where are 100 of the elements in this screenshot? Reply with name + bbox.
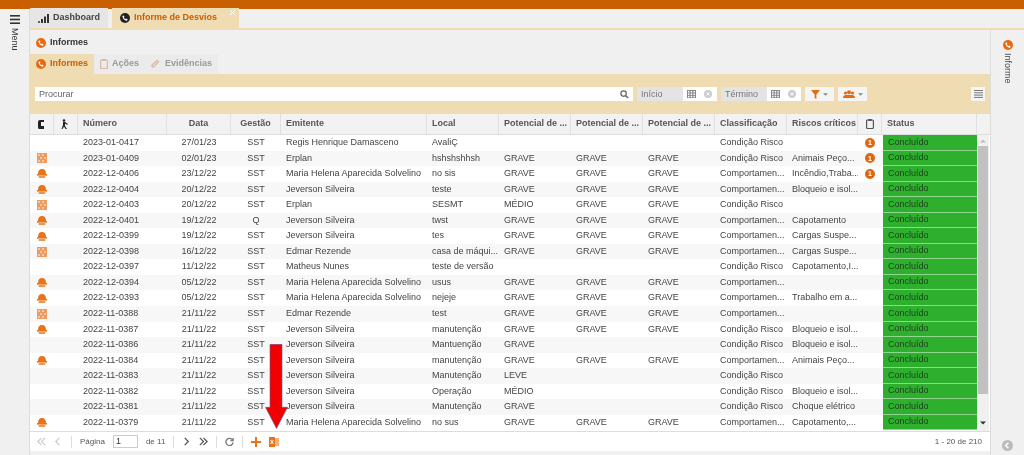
spreadsheet-icon[interactable]	[269, 436, 280, 447]
list-button[interactable]	[971, 87, 985, 101]
pattern-icon	[37, 308, 47, 319]
table-cell: GRAVE	[648, 291, 679, 305]
scroll-down-icon[interactable]	[980, 421, 986, 425]
table-cell: GRAVE	[504, 338, 535, 352]
group-button[interactable]	[838, 87, 867, 101]
scroll-up-icon[interactable]	[980, 139, 986, 143]
helmet-icon	[37, 293, 47, 303]
table-cell-text: Jeverson Silveira	[286, 322, 355, 336]
table-cell-text: SST	[247, 322, 265, 336]
tab: Ações	[94, 54, 146, 74]
table-cell: teste de versão	[432, 260, 494, 274]
table-cell: SST	[247, 167, 265, 181]
column-header[interactable]: Local	[432, 117, 456, 131]
paperclip-icon	[151, 59, 162, 69]
table-cell: Manutenção	[432, 400, 482, 414]
helmet-icon	[37, 169, 47, 179]
table-cell: 20/12/22	[181, 198, 217, 212]
table-cell-text: GRAVE	[504, 244, 535, 258]
search-field[interactable]: Procurar	[35, 87, 633, 101]
table-cell: Trabalho em a...	[792, 291, 858, 305]
table-cell: Capotamento,I...	[792, 260, 858, 274]
table-cell: 2022-11-0381	[83, 400, 139, 414]
column-header[interactable]: Data	[188, 117, 209, 131]
table-cell: Maria Helena Aparecida Solvelino	[286, 291, 422, 305]
table-cell-text: Condição Risco	[720, 322, 784, 336]
filter-icon	[811, 89, 820, 99]
table-cell: test	[432, 307, 447, 321]
table-cell: GRAVE	[504, 229, 535, 243]
clipboard-icon	[865, 119, 874, 129]
last-page-icon[interactable]	[199, 437, 209, 446]
table-cell-text: 2022-11-0387	[83, 322, 139, 336]
filter-button[interactable]	[805, 87, 834, 101]
list-icon	[973, 90, 983, 98]
caret-icon	[823, 92, 828, 96]
table-cell: 21/11/22	[181, 369, 217, 383]
calendar-icon[interactable]	[683, 87, 700, 101]
table-cell-text: GRAVE	[648, 213, 679, 227]
date-field[interactable]: Término	[721, 87, 767, 101]
tab[interactable]: Dashboard	[30, 8, 108, 28]
page-field[interactable]: 1	[112, 435, 138, 448]
table-cell: 21/11/22	[181, 307, 217, 321]
table-cell: Comportamen...	[720, 291, 785, 305]
column-header[interactable]: Potencial de ...	[576, 117, 640, 131]
date-field[interactable]: Início	[637, 87, 683, 101]
table-cell: GRAVE	[648, 229, 679, 243]
column-header[interactable]: Potencial de ...	[504, 117, 568, 131]
clear-icon[interactable]	[700, 87, 717, 101]
scrollbar[interactable]	[977, 135, 989, 431]
clear-icon[interactable]	[784, 87, 801, 101]
column-header[interactable]: Status	[887, 117, 915, 131]
column-header[interactable]: Número	[83, 117, 117, 131]
table-cell-text: 21/11/22	[181, 415, 217, 429]
table-cell-text: 2022-11-0382	[83, 384, 139, 398]
column-header[interactable]: Emitente	[286, 117, 324, 131]
column-header[interactable]: Riscos críticos	[792, 117, 857, 131]
table-cell-text: 20/12/22	[181, 182, 217, 196]
table-cell-text: Condição Risco	[720, 384, 784, 398]
table-cell-text: Cargas Suspe...	[792, 244, 857, 258]
back-icon[interactable]	[1002, 440, 1013, 451]
table-cell-text: GRAVE	[648, 182, 679, 196]
first-page-icon[interactable]	[37, 437, 46, 446]
table-cell: Erplan	[286, 198, 312, 212]
table-cell: Jeverson Silveira	[286, 369, 355, 383]
table-cell: GRAVE	[504, 400, 535, 414]
search-icon[interactable]	[620, 89, 629, 99]
person-icon	[61, 119, 70, 129]
calendar-icon[interactable]	[767, 87, 784, 101]
column-header[interactable]: Classificação	[720, 117, 778, 131]
previous-page-icon[interactable]	[54, 437, 63, 446]
table-cell-text: GRAVE	[648, 244, 679, 258]
table-cell: Condição Risco	[720, 400, 784, 414]
table-cell-text: GRAVE	[648, 353, 679, 367]
table-cell: 2022-12-0393	[83, 291, 140, 305]
table-cell: GRAVE	[648, 198, 679, 212]
column-header[interactable]: Potencial de ...	[648, 117, 712, 131]
table-cell: SST	[247, 400, 265, 414]
table-cell: Bloqueio e isol...	[792, 338, 858, 352]
add-icon[interactable]	[251, 436, 262, 447]
table-cell-text: GRAVE	[504, 353, 535, 367]
table-cell: Incêndio,Traba...	[792, 167, 858, 181]
table-cell-text: 2022-12-0394	[83, 275, 140, 289]
column-header[interactable]: Gestão	[240, 117, 271, 131]
right-panel-label[interactable]: Informe	[1003, 53, 1012, 84]
table-cell-text: casa de máqui...	[432, 244, 499, 258]
phone-icon	[1002, 40, 1013, 50]
next-page-icon[interactable]	[182, 437, 192, 446]
refresh-icon[interactable]	[225, 437, 235, 446]
scroll-thumb[interactable]	[978, 146, 988, 394]
table-cell-text: 2022-11-0379	[83, 415, 139, 429]
table-cell-text: GRAVE	[576, 182, 607, 196]
page-label: Página	[80, 435, 105, 448]
helmet-icon	[37, 278, 47, 288]
people-icon	[842, 90, 855, 98]
menu-icon[interactable]	[9, 15, 20, 24]
table-cell-text: Erplan	[286, 151, 312, 165]
table-cell-text: 21/11/22	[181, 322, 217, 336]
menu-label[interactable]: Menu	[10, 28, 19, 51]
table-cell: SST	[247, 291, 265, 305]
